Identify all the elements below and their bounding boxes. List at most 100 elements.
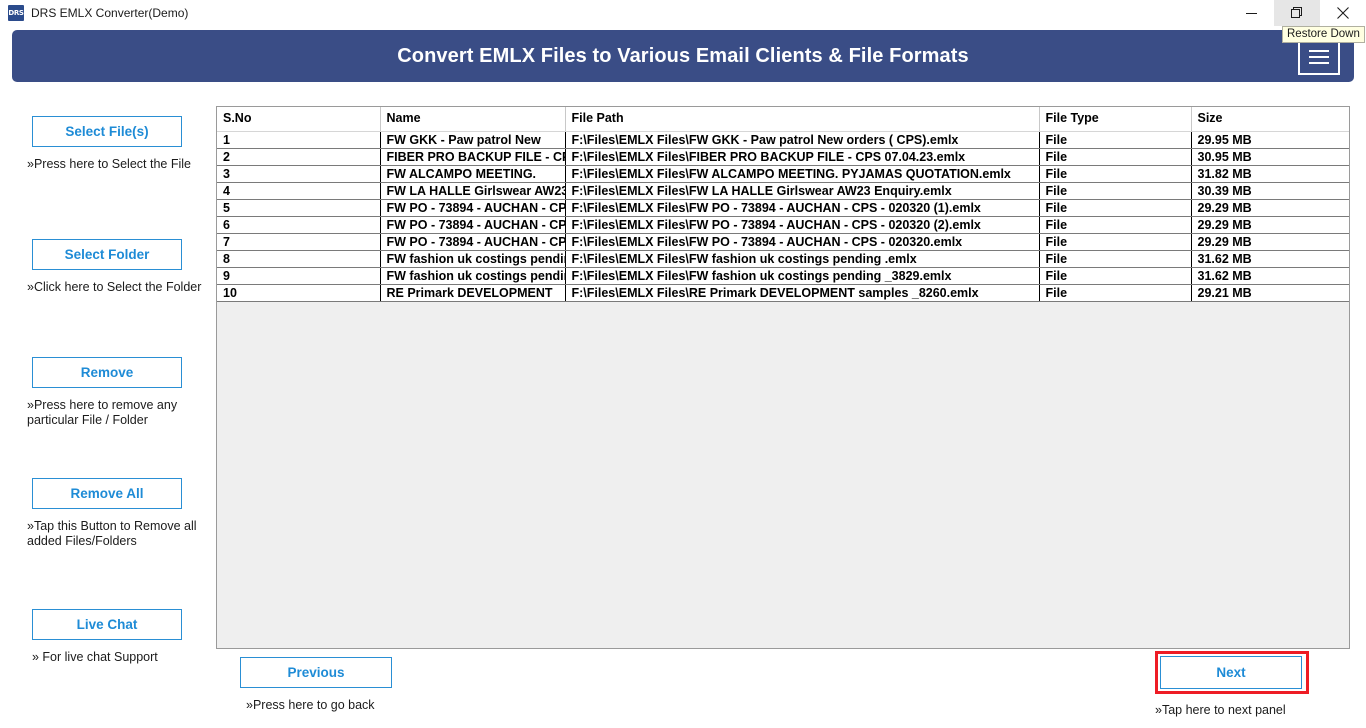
cell-name: FW PO - 73894 - AUCHAN - CPS	[380, 216, 566, 234]
table-row[interactable]: 3 FW ALCAMPO MEETING. F:\Files\EMLX File…	[217, 165, 1349, 183]
column-header-size[interactable]: Size	[1191, 107, 1349, 132]
close-icon	[1337, 7, 1349, 19]
cell-size: 29.29 MB	[1191, 233, 1349, 251]
hamburger-menu-icon[interactable]	[1298, 39, 1340, 75]
table-row[interactable]: 4 FW LA HALLE Girlswear AW23 F:\Files\EM…	[217, 182, 1349, 200]
cell-path: F:\Files\EMLX Files\FW PO - 73894 - AUCH…	[565, 233, 1040, 251]
cell-path: F:\Files\EMLX Files\FW GKK - Paw patrol …	[565, 131, 1040, 149]
cell-name: FW LA HALLE Girlswear AW23	[380, 182, 566, 200]
cell-size: 31.62 MB	[1191, 267, 1349, 285]
cell-type: File	[1039, 250, 1192, 268]
cell-name: FW PO - 73894 - AUCHAN - CPS	[380, 233, 566, 251]
cell-path: F:\Files\EMLX Files\RE Primark DEVELOPME…	[565, 284, 1040, 302]
cell-size: 29.21 MB	[1191, 284, 1349, 302]
table-row[interactable]: 6 FW PO - 73894 - AUCHAN - CPS F:\Files\…	[217, 216, 1349, 234]
cell-name: FW ALCAMPO MEETING.	[380, 165, 566, 183]
sidebar-group-remove: Remove »Press here to remove any particu…	[0, 357, 210, 428]
cell-type: File	[1039, 182, 1192, 200]
cell-size: 29.29 MB	[1191, 216, 1349, 234]
cell-size: 31.62 MB	[1191, 250, 1349, 268]
select-files-hint: »Press here to Select the File	[27, 157, 191, 171]
table-row[interactable]: 7 FW PO - 73894 - AUCHAN - CPS F:\Files\…	[217, 233, 1349, 251]
cell-type: File	[1039, 165, 1192, 183]
hamburger-bar	[1309, 50, 1329, 52]
table-row[interactable]: 2 FIBER PRO BACKUP FILE - CPS F:\Files\E…	[217, 148, 1349, 166]
cell-type: File	[1039, 284, 1192, 302]
sidebar-group-remove-all: Remove All »Tap this Button to Remove al…	[0, 478, 210, 549]
select-folder-hint: »Click here to Select the Folder	[27, 280, 202, 294]
next-button[interactable]: Next	[1160, 656, 1302, 689]
cell-sno: 4	[217, 182, 381, 200]
table-row[interactable]: 5 FW PO - 73894 - AUCHAN - CPS F:\Files\…	[217, 199, 1349, 217]
cell-type: File	[1039, 267, 1192, 285]
column-header-name[interactable]: Name	[380, 107, 566, 132]
hamburger-bar	[1309, 62, 1329, 64]
cell-size: 30.95 MB	[1191, 148, 1349, 166]
cell-path: F:\Files\EMLX Files\FIBER PRO BACKUP FIL…	[565, 148, 1040, 166]
page-title: Convert EMLX Files to Various Email Clie…	[397, 44, 969, 67]
cell-name: FIBER PRO BACKUP FILE - CPS	[380, 148, 566, 166]
window-controls	[1228, 0, 1366, 26]
remove-button[interactable]: Remove	[32, 357, 182, 388]
file-list-body: 1 FW GKK - Paw patrol New F:\Files\EMLX …	[217, 131, 1349, 302]
cell-type: File	[1039, 216, 1192, 234]
cell-path: F:\Files\EMLX Files\FW PO - 73894 - AUCH…	[565, 199, 1040, 217]
cell-name: FW PO - 73894 - AUCHAN - CPS	[380, 199, 566, 217]
table-row[interactable]: 8 FW fashion uk costings pending F:\File…	[217, 250, 1349, 268]
cell-path: F:\Files\EMLX Files\FW LA HALLE Girlswea…	[565, 182, 1040, 200]
cell-type: File	[1039, 148, 1192, 166]
cell-path: F:\Files\EMLX Files\FW ALCAMPO MEETING. …	[565, 165, 1040, 183]
app-icon: DRS	[8, 5, 24, 21]
cell-sno: 2	[217, 148, 381, 166]
close-button[interactable]	[1320, 0, 1366, 26]
column-header-sno[interactable]: S.No	[217, 107, 381, 132]
cell-sno: 9	[217, 267, 381, 285]
window-title: DRS EMLX Converter(Demo)	[31, 6, 189, 20]
cell-size: 29.95 MB	[1191, 131, 1349, 149]
cell-type: File	[1039, 131, 1192, 149]
cell-sno: 10	[217, 284, 381, 302]
window-title-bar: DRS DRS EMLX Converter(Demo)	[0, 0, 1366, 26]
file-list-panel[interactable]: S.No Name File Path File Type Size 1 FW …	[216, 106, 1350, 649]
remove-all-hint: »Tap this Button to Remove all added Fil…	[27, 519, 197, 548]
previous-group: Previous »Press here to go back	[240, 657, 392, 712]
cell-sno: 7	[217, 233, 381, 251]
select-folder-button[interactable]: Select Folder	[32, 239, 182, 270]
restore-down-button[interactable]	[1274, 0, 1320, 26]
cell-size: 31.82 MB	[1191, 165, 1349, 183]
sidebar-group-select-files: Select File(s) »Press here to Select the…	[0, 116, 210, 172]
restore-down-tooltip: Restore Down	[1282, 26, 1365, 43]
app-header-banner: Convert EMLX Files to Various Email Clie…	[12, 30, 1354, 82]
table-row[interactable]: 1 FW GKK - Paw patrol New F:\Files\EMLX …	[217, 131, 1349, 149]
cell-type: File	[1039, 199, 1192, 217]
cell-name: FW fashion uk costings pending	[380, 250, 566, 268]
select-files-button[interactable]: Select File(s)	[32, 116, 182, 147]
cell-path: F:\Files\EMLX Files\FW PO - 73894 - AUCH…	[565, 216, 1040, 234]
minimize-button[interactable]	[1228, 0, 1274, 26]
next-group: Next »Tap here to next panel	[1155, 651, 1309, 718]
cell-size: 29.29 MB	[1191, 199, 1349, 217]
restore-down-icon	[1291, 7, 1302, 18]
column-header-file-type[interactable]: File Type	[1039, 107, 1192, 132]
live-chat-hint: » For live chat Support	[32, 650, 158, 664]
next-highlight-box: Next	[1155, 651, 1309, 694]
sidebar: Select File(s) »Press here to Select the…	[0, 100, 210, 700]
live-chat-button[interactable]: Live Chat	[32, 609, 182, 640]
minimize-icon	[1245, 12, 1257, 14]
hamburger-bar	[1309, 56, 1329, 58]
cell-name: FW GKK - Paw patrol New	[380, 131, 566, 149]
cell-sno: 5	[217, 199, 381, 217]
column-header-file-path[interactable]: File Path	[565, 107, 1040, 132]
table-row[interactable]: 9 FW fashion uk costings pending F:\File…	[217, 267, 1349, 285]
cell-sno: 1	[217, 131, 381, 149]
previous-button[interactable]: Previous	[240, 657, 392, 688]
sidebar-group-live-chat: Live Chat » For live chat Support	[0, 609, 210, 665]
table-row[interactable]: 10 RE Primark DEVELOPMENT F:\Files\EMLX …	[217, 284, 1349, 302]
remove-all-button[interactable]: Remove All	[32, 478, 182, 509]
cell-sno: 3	[217, 165, 381, 183]
cell-type: File	[1039, 233, 1192, 251]
cell-sno: 8	[217, 250, 381, 268]
cell-name: RE Primark DEVELOPMENT	[380, 284, 566, 302]
cell-path: F:\Files\EMLX Files\FW fashion uk costin…	[565, 267, 1040, 285]
file-list-table: S.No Name File Path File Type Size 1 FW …	[217, 107, 1349, 302]
